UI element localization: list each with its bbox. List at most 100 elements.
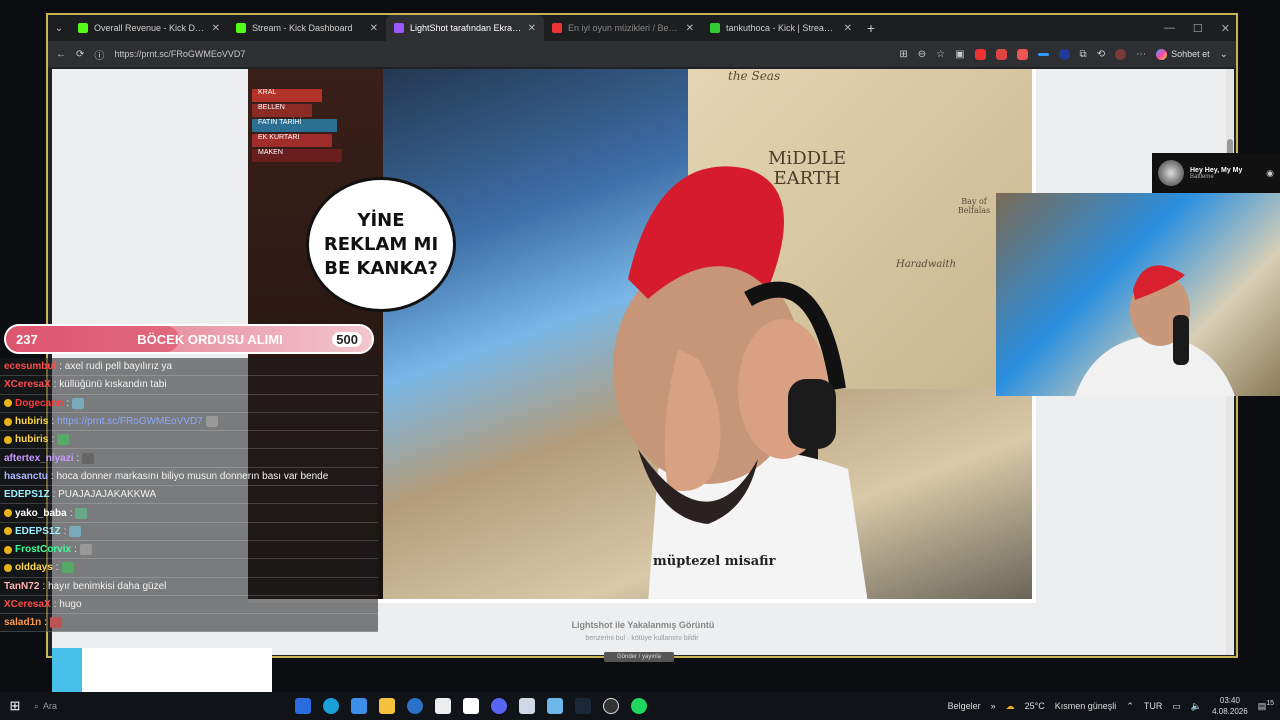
music-disc-icon: ◉ [1266, 167, 1274, 178]
close-tab-icon[interactable]: ✕ [212, 23, 220, 34]
chat-username[interactable]: yako_baba [15, 508, 67, 519]
more-menu-icon[interactable]: ⋯ [1136, 49, 1146, 60]
chat-username[interactable]: EDEPS1Z [15, 526, 61, 537]
chat-emote-icon [57, 434, 70, 446]
now-playing-widget: Hey Hey, My My Battleme ◉ [1152, 153, 1280, 193]
close-tab-icon[interactable]: ✕ [686, 23, 694, 34]
chat-username[interactable]: XCeresaX [4, 379, 51, 390]
url-field[interactable]: https://prnt.sc/FRoGWMEoVVD7 [114, 49, 245, 59]
chat-username[interactable]: olddays [15, 562, 53, 573]
chat-message: EDEPS1Z: PUAJAJAJAKAKKWA [0, 486, 378, 505]
steam-icon[interactable] [575, 698, 591, 714]
chat-username[interactable]: hasanctu [4, 471, 48, 482]
extension-icon[interactable]: ▣ [955, 49, 964, 60]
book-spine: EK KURTARI [252, 134, 332, 147]
chat-username[interactable]: FrostCorvix [15, 544, 71, 555]
close-tab-icon[interactable]: ✕ [370, 23, 378, 34]
chevron-icon[interactable]: » [991, 701, 996, 711]
minimize-icon[interactable]: — [1164, 22, 1175, 34]
extension-moon-icon[interactable] [1058, 48, 1070, 60]
weather-desc[interactable]: Kısmen güneşli [1055, 701, 1117, 711]
chat-username[interactable]: TanN72 [4, 581, 39, 592]
find-similar-link[interactable]: benzerini bul [585, 635, 625, 642]
extension-blue-icon[interactable] [1037, 52, 1049, 56]
close-tab-icon[interactable]: ✕ [528, 23, 536, 34]
tab-list-menu-button[interactable]: ⌄ [48, 15, 70, 41]
new-tab-button[interactable]: + [860, 20, 882, 36]
extension-red-icon[interactable] [974, 48, 986, 60]
chat-text: : [76, 452, 80, 464]
chat-text: : [51, 416, 55, 428]
tab-lightshot[interactable]: LightShot tarafından Ekran Görünt ✕ [386, 15, 544, 41]
goal-name: BÖCEK ORDUSU ALIMI [137, 331, 283, 347]
windows-start-icon[interactable]: ⊞ [0, 698, 30, 714]
chat-text: : axel rudi pell bayılırız ya [59, 361, 173, 373]
notes-icon[interactable] [519, 698, 535, 714]
chat-username[interactable]: aftertex_niyazi [4, 453, 73, 464]
mail-icon[interactable] [295, 698, 311, 714]
obs-icon[interactable] [603, 698, 619, 714]
tab-overall-revenue[interactable]: Overall Revenue - Kick Dashboard ✕ [70, 15, 228, 41]
chat-username[interactable]: XCeresaX [4, 599, 51, 610]
speech-bubble: YİNE REKLAM MI BE KANKA? [306, 177, 456, 312]
chat-link[interactable]: https://prnt.sc/FRoGWMEoVVD7 [57, 416, 203, 427]
chat-username[interactable]: EDEPS1Z [4, 489, 50, 500]
refresh-icon[interactable]: ⟳ [76, 49, 84, 60]
chat-message: ecesumbul: axel rudi pell bayılırız ya [0, 358, 378, 377]
extension-red2-icon[interactable] [995, 48, 1007, 60]
notification-center-icon[interactable]: ▤15 [1258, 700, 1274, 712]
zoom-icon[interactable]: ⊖ [918, 49, 926, 60]
bubble-line: REKLAM MI [323, 233, 439, 255]
vpn-icon[interactable] [547, 698, 563, 714]
chat-username[interactable]: hubiris [15, 434, 48, 445]
goal-current: 237 [16, 331, 38, 347]
back-icon[interactable]: ← [56, 49, 66, 60]
spotify-icon[interactable] [631, 698, 647, 714]
tab-title: Overall Revenue - Kick Dashboard [94, 23, 206, 33]
chat-username[interactable]: ecesumbul [4, 361, 56, 372]
report-abuse-link[interactable]: kötüye kullanımı bildir [631, 635, 698, 642]
subscriber-badge-icon [4, 509, 12, 518]
taskbar-search[interactable]: ⌕ Ara [34, 695, 82, 717]
maximize-icon[interactable]: ☐ [1193, 22, 1203, 35]
edge-icon[interactable] [323, 698, 339, 714]
folder-icon[interactable] [379, 698, 395, 714]
extension-orange-icon[interactable] [1016, 48, 1028, 60]
volume-icon[interactable]: 🔈 [1191, 701, 1202, 712]
chat-text: : [63, 525, 67, 537]
discord-icon[interactable] [491, 698, 507, 714]
clock[interactable]: 03:40 4.08.2026 [1212, 695, 1248, 717]
extensions-puzzle-icon[interactable]: ⧉ [1080, 49, 1087, 60]
chat-username[interactable]: Dogecann [15, 398, 63, 409]
tab-game-music[interactable]: En iyi oyun müzikleri / Best Game ✕ [544, 15, 702, 41]
documents-toolbar[interactable]: Belgeler [948, 701, 981, 711]
copilot-icon [1156, 48, 1168, 60]
network-icon[interactable]: ▭ [1172, 701, 1181, 712]
profile-sync-icon[interactable]: ⟲ [1097, 49, 1105, 60]
close-tab-icon[interactable]: ✕ [844, 23, 852, 34]
site-info-icon[interactable]: ⓘ [94, 47, 104, 62]
chat-emote-icon [50, 617, 63, 629]
store-icon[interactable] [351, 698, 367, 714]
close-window-icon[interactable]: ✕ [1221, 22, 1230, 35]
app-icon[interactable]: ⊞ [899, 49, 907, 60]
tab-stream-dashboard[interactable]: Stream - Kick Dashboard ✕ [228, 15, 386, 41]
send-button[interactable]: Gönder / yayınla [604, 652, 674, 662]
avatar[interactable] [1115, 48, 1127, 60]
copilot-chat-button[interactable]: Sohbet et [1156, 48, 1210, 60]
favorite-star-icon[interactable]: ☆ [936, 49, 945, 60]
capcut-icon[interactable] [463, 698, 479, 714]
chat-message: XCeresaX: hugo [0, 595, 378, 615]
chat-username[interactable]: hubiris [15, 416, 48, 427]
tray-arrow-icon[interactable]: ⌃ [1126, 701, 1134, 712]
now-playing-song: Hey Hey, My My [1190, 166, 1243, 174]
chat-message: hasanctu: hoca donner markasını biliyo m… [0, 467, 378, 487]
chat-username[interactable]: salad1n [4, 617, 41, 628]
app-blue-icon[interactable] [407, 698, 423, 714]
clock-date: 4.08.2026 [1212, 707, 1248, 716]
file-icon[interactable] [435, 698, 451, 714]
language-indicator[interactable]: TUR [1144, 701, 1163, 711]
weather-temp[interactable]: 25°C [1025, 701, 1045, 711]
sidebar-chevron-icon[interactable]: ⌄ [1220, 49, 1228, 60]
tab-streamerstats[interactable]: tankuthoca - Kick | StreamerStats ✕ [702, 15, 860, 41]
